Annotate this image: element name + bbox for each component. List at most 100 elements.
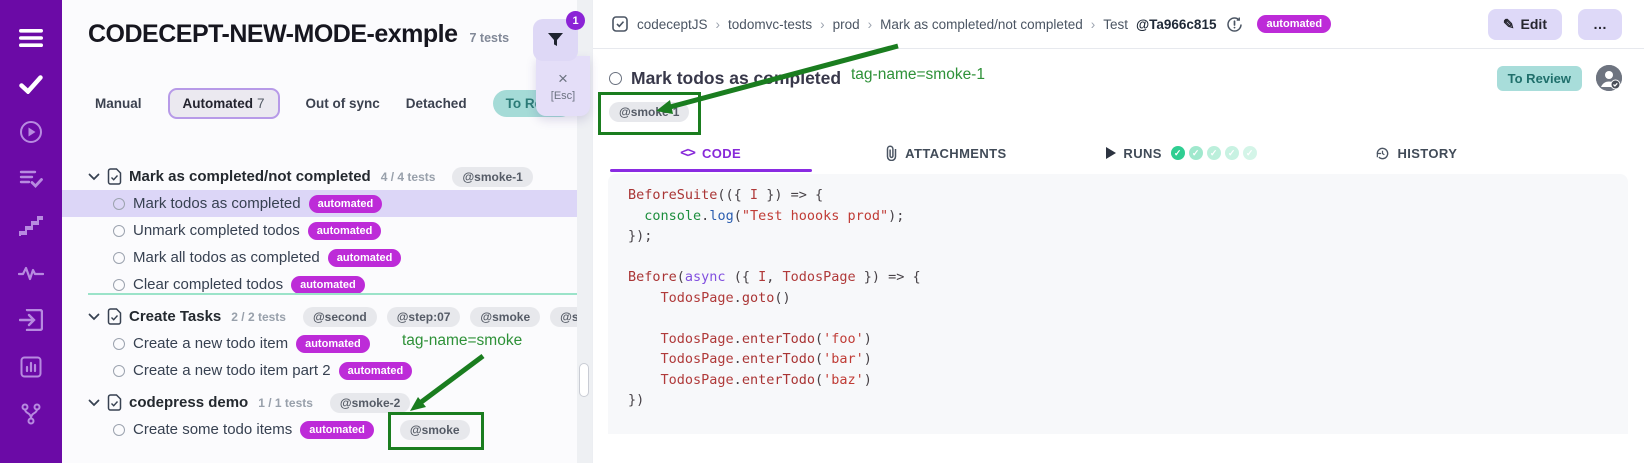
tab-attachments[interactable]: ATTACHMENTS	[828, 136, 1063, 170]
chevron-down-icon[interactable]	[88, 313, 100, 321]
breadcrumb-item[interactable]: todomvc-tests	[728, 17, 812, 32]
hamburger-icon[interactable]	[14, 14, 48, 61]
tab-automated[interactable]: Automated7	[168, 88, 280, 119]
ellipsis-icon: …	[1593, 16, 1607, 32]
test-circle-icon	[113, 365, 125, 377]
code-line: BeforeSuite(({ I }) => {	[628, 187, 1608, 208]
test-label: Create some todo items	[133, 421, 292, 438]
run-pass-icon: ✓	[1189, 146, 1203, 160]
tab-history[interactable]: HISTORY	[1299, 136, 1534, 170]
code-line: TodosPage.goto()	[628, 290, 1608, 311]
breadcrumb-item[interactable]: Mark as completed/not completed	[880, 17, 1083, 32]
test-circle-icon	[113, 198, 125, 210]
tag-pill[interactable]: @second	[303, 307, 377, 327]
suite-count: 2 / 2 tests	[231, 310, 286, 324]
tag-pill[interactable]: @smoke-1	[609, 102, 689, 122]
tab-label: Out of sync	[306, 96, 380, 111]
breadcrumb-item[interactable]: codeceptJS	[637, 17, 708, 32]
code-line: TodosPage.enterTodo('foo')	[628, 331, 1608, 352]
test-label: Create a new todo item part 2	[133, 362, 331, 379]
filter-count-badge: 1	[566, 11, 585, 30]
more-button[interactable]: …	[1578, 9, 1622, 40]
suite-label: codepress demo	[129, 394, 248, 411]
tab-runs[interactable]: RUNS ✓✓✓✓✓	[1064, 136, 1299, 170]
escape-hint: [Esc]	[551, 90, 575, 102]
automated-badge: automated	[1257, 15, 1331, 33]
tag-pill[interactable]: @smoke-1	[452, 167, 532, 187]
breadcrumb-separator: ›	[820, 17, 825, 32]
check-icon[interactable]	[14, 61, 48, 108]
code-line: });	[628, 228, 1608, 249]
test-row[interactable]: Mark all todos as completedautomated	[62, 244, 577, 271]
test-id: @Ta966c815	[1136, 17, 1216, 32]
tag-pill[interactable]: @smoke	[400, 420, 470, 440]
play-circle-icon[interactable]	[14, 108, 48, 155]
list-check-icon[interactable]	[14, 155, 48, 202]
test-circle-icon	[113, 225, 125, 237]
annotation-smoke-label: tag-name=smoke	[402, 332, 522, 350]
app-sidebar	[0, 0, 62, 463]
code-icon: <>	[680, 145, 695, 161]
test-title-row: Mark todos as completed To Review	[609, 65, 1622, 91]
active-tab-underline	[610, 169, 812, 172]
test-row[interactable]: Unmark completed todosautomated	[62, 217, 577, 244]
test-row[interactable]: Create some todo items automated @smoke	[62, 416, 577, 443]
filter-button[interactable]: 1	[533, 19, 578, 61]
test-tags-row: @smoke-1	[609, 102, 1644, 122]
history-icon	[1375, 146, 1390, 161]
status-badge[interactable]: To Review	[1497, 66, 1582, 91]
code-line	[628, 310, 1608, 331]
automated-badge: automated	[291, 276, 365, 294]
annotation-smoke1-label: tag-name=smoke-1	[851, 66, 985, 84]
annotated-tag-box: @smoke	[400, 420, 470, 440]
suite-tags: @smoke-2	[330, 393, 410, 413]
avatar[interactable]	[1596, 65, 1622, 91]
tab-code[interactable]: <> CODE	[593, 136, 828, 170]
code-line: TodosPage.enterTodo('bar')	[628, 351, 1608, 372]
tab-out-of-sync[interactable]: Out of sync	[306, 96, 380, 111]
test-label: Mark all todos as completed	[133, 249, 320, 266]
code-line: TodosPage.enterTodo('baz')	[628, 372, 1608, 393]
chevron-down-icon[interactable]	[88, 173, 100, 181]
close-icon[interactable]: ×	[558, 70, 568, 87]
bar-chart-icon[interactable]	[14, 343, 48, 390]
run-pass-icon: ✓	[1225, 146, 1239, 160]
breadcrumb-item[interactable]: prod	[833, 17, 860, 32]
test-label: Create a new todo item	[133, 335, 288, 352]
automated-badge: automated	[300, 421, 374, 439]
tag-pill[interactable]: @smoke-2	[330, 393, 410, 413]
edit-button[interactable]: ✎ Edit	[1488, 9, 1562, 40]
test-tree: Mark as completed/not completed4 / 4 tes…	[62, 158, 577, 443]
test-row[interactable]: Mark todos as completedautomated	[62, 190, 577, 217]
clock-alert-icon	[1226, 16, 1243, 33]
suite-row[interactable]: codepress demo 1 / 1 tests @smoke-2	[62, 389, 577, 416]
test-title: Mark todos as completed	[631, 68, 841, 89]
filter-popup: × [Esc]	[536, 56, 590, 116]
chevron-down-icon[interactable]	[88, 399, 100, 407]
suite-row[interactable]: Create Tasks2 / 2 tests@second@step:07@s…	[62, 303, 577, 330]
annotated-tag-box: @smoke-1	[609, 102, 689, 122]
automated-badge: automated	[308, 222, 382, 240]
suite-count: 1 / 1 tests	[258, 396, 313, 410]
tab-detached[interactable]: Detached	[406, 96, 467, 111]
branch-icon[interactable]	[14, 390, 48, 437]
test-detail-panel: codeceptJS›todomvc-tests›prod›Mark as co…	[592, 0, 1644, 463]
suite-doc-icon	[107, 394, 122, 411]
tag-pill[interactable]: @smoke	[470, 307, 540, 327]
detail-header: codeceptJS›todomvc-tests›prod›Mark as co…	[593, 0, 1644, 49]
test-row[interactable]: Create a new todo item part 2automated	[62, 357, 577, 384]
checkbox-doc-icon	[611, 15, 629, 33]
steps-icon[interactable]	[14, 202, 48, 249]
code-line	[628, 249, 1608, 270]
tab-manual[interactable]: Manual	[95, 96, 142, 111]
tag-pill[interactable]: @step:07	[387, 307, 461, 327]
tab-label: Detached	[406, 96, 467, 111]
sign-in-icon[interactable]	[14, 296, 48, 343]
scrollbar-thumb[interactable]	[579, 363, 589, 397]
suite-doc-icon	[107, 168, 122, 185]
row-highlight-line	[88, 293, 577, 295]
pulse-icon[interactable]	[14, 249, 48, 296]
breadcrumb-test[interactable]: Test	[1103, 17, 1128, 32]
filter-funnel-icon	[547, 32, 564, 48]
suite-row[interactable]: Mark as completed/not completed4 / 4 tes…	[62, 163, 577, 190]
